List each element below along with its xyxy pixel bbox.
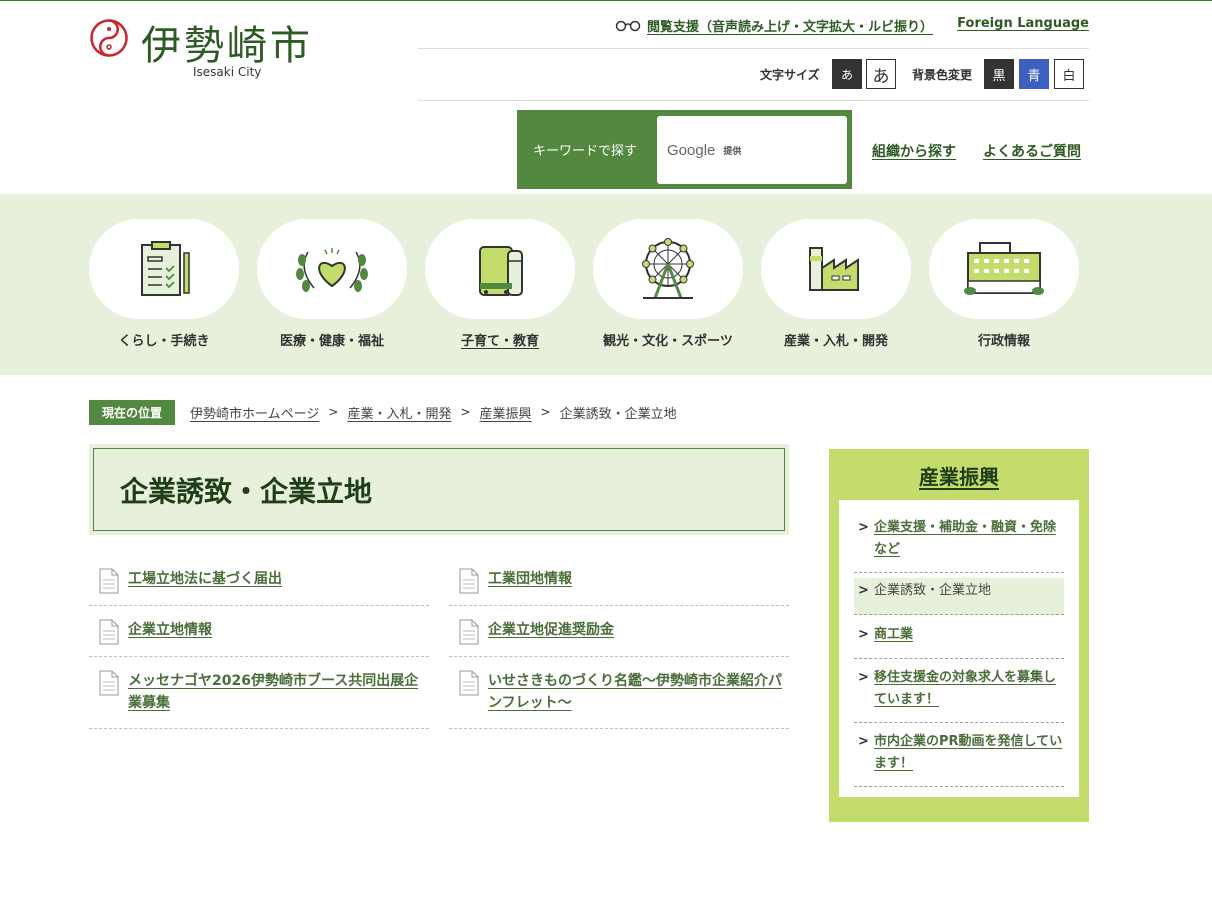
category-nav: くらし・手続き 医療・健康・福祉 子育て・教育 観光・文化・スポーツ 産業・入札… <box>0 194 1212 375</box>
chevron-right-icon: > <box>328 405 339 419</box>
breadcrumb-link-industry[interactable]: 産業・入札・開発 <box>347 403 451 422</box>
document-icon <box>99 568 119 594</box>
page-title: 企業誘致・企業立地 <box>120 474 373 508</box>
list-item[interactable]: 企業立地情報 <box>89 619 429 657</box>
list-item[interactable]: 企業立地促進奨励金 <box>449 619 789 657</box>
category-tourism[interactable]: 観光・文化・スポーツ <box>593 219 743 349</box>
font-size-standard-button[interactable]: あ <box>832 59 862 89</box>
document-icon <box>459 568 479 594</box>
site-name: 伊勢崎市 <box>141 23 313 69</box>
category-bubble <box>89 219 239 319</box>
google-logo: Google <box>667 141 716 159</box>
side-menu-item-label: 市内企業のPR動画を発信しています！ <box>874 734 1063 771</box>
category-label: 子育て・教育 <box>460 334 539 349</box>
chevron-right-icon: > <box>858 520 869 535</box>
list-item-link[interactable]: 企業立地情報 <box>128 619 212 641</box>
category-label: 観光・文化・スポーツ <box>603 334 733 349</box>
side-menu-list: > 企業支援・補助金・融資・免除など > 企業誘致・企業立地 > 商工業 > 移… <box>839 500 1079 797</box>
side-menu-title[interactable]: 産業振興 <box>829 461 1089 490</box>
list-item-link[interactable]: 企業立地促進奨励金 <box>488 619 614 641</box>
category-label: 医療・健康・福祉 <box>279 334 384 349</box>
bg-color-label: 背景色変更 <box>912 68 973 82</box>
city-hall-icon <box>964 242 1044 295</box>
search-by-org-link[interactable]: 組織から探す <box>872 141 956 161</box>
side-menu-item-label: 企業誘致・企業立地 <box>874 583 992 598</box>
bg-white-button[interactable]: 白 <box>1054 59 1084 89</box>
site-name-en: Isesaki City <box>193 65 262 79</box>
utility-bar: 閲覧支援（音声読み上げ・文字拡大・ルビ振り） Foreign Language <box>418 1 1089 49</box>
category-health[interactable]: 医療・健康・福祉 <box>257 219 407 349</box>
breadcrumb-link-home[interactable]: 伊勢崎市ホームページ <box>190 403 319 422</box>
reading-support-link[interactable]: 閲覧支援（音声読み上げ・文字拡大・ルビ振り） <box>615 16 933 35</box>
document-icon <box>99 619 119 645</box>
list-item[interactable]: 工業団地情報 <box>449 568 789 606</box>
category-living[interactable]: くらし・手続き <box>89 219 239 349</box>
breadcrumb-here-label: 現在の位置 <box>89 399 176 425</box>
category-childcare[interactable]: 子育て・教育 <box>425 219 575 349</box>
list-item-link[interactable]: いせさきものづくり名鑑～伊勢崎市企業紹介パンフレット～ <box>488 670 789 714</box>
side-menu-item-label: 商工業 <box>874 627 914 642</box>
side-menu-item[interactable]: > 移住支援金の対象求人を募集しています！ <box>854 667 1064 723</box>
chevron-right-icon: > <box>540 405 551 419</box>
side-menu: 産業振興 > 企業支援・補助金・融資・免除など > 企業誘致・企業立地 > 商工… <box>829 449 1089 822</box>
list-item[interactable]: 工場立地法に基づく届出 <box>89 568 429 606</box>
site-logo[interactable]: 伊勢崎市 Isesaki City <box>89 15 329 85</box>
clipboard-icon <box>141 241 190 296</box>
page-title-box: 企業誘致・企業立地 <box>89 444 789 535</box>
category-bubble <box>929 219 1079 319</box>
chevron-right-icon: > <box>858 734 869 749</box>
bg-black-button[interactable]: 黒 <box>984 59 1014 89</box>
category-bubble <box>593 219 743 319</box>
bg-blue-button[interactable]: 青 <box>1019 59 1049 89</box>
school-bag-icon <box>479 246 523 296</box>
category-label: 産業・入札・開発 <box>783 334 888 349</box>
list-item[interactable]: いせさきものづくり名鑑～伊勢崎市企業紹介パンフレット～ <box>449 670 789 729</box>
chevron-right-icon: > <box>858 670 869 685</box>
foreign-language-link[interactable]: Foreign Language <box>957 16 1089 31</box>
font-size-label: 文字サイズ <box>760 68 820 82</box>
factory-icon <box>809 247 859 291</box>
chevron-right-icon: > <box>460 405 471 419</box>
city-emblem-icon <box>90 19 128 57</box>
display-settings-bar: 文字サイズ あ あ 背景色変更 黒 青 白 <box>418 49 1089 101</box>
search-input[interactable]: Google 提供 <box>657 116 847 184</box>
reading-support-label: 閲覧支援（音声読み上げ・文字拡大・ルビ振り） <box>646 20 933 35</box>
list-item-link[interactable]: メッセナゴヤ2026伊勢崎市ブース共同出展企業募集 <box>128 670 429 714</box>
glasses-icon <box>615 20 641 31</box>
document-icon <box>99 670 119 696</box>
keyword-search-label: キーワードで探す <box>533 144 638 159</box>
font-size-large-button[interactable]: あ <box>866 59 896 89</box>
side-menu-item[interactable]: > 市内企業のPR動画を発信しています！ <box>854 731 1064 787</box>
breadcrumb-link-promotion[interactable]: 産業振興 <box>480 403 532 422</box>
chevron-right-icon: > <box>858 583 869 598</box>
breadcrumb-current: 企業誘致・企業立地 <box>559 406 677 422</box>
page-title-frame: 企業誘致・企業立地 <box>93 448 785 531</box>
side-menu-item[interactable]: > 商工業 <box>854 624 1064 659</box>
chevron-right-icon: > <box>858 627 869 642</box>
category-bubble <box>761 219 911 319</box>
list-item-link[interactable]: 工業団地情報 <box>488 568 572 590</box>
document-icon <box>459 670 479 696</box>
list-item[interactable]: メッセナゴヤ2026伊勢崎市ブース共同出展企業募集 <box>89 670 429 729</box>
faq-link[interactable]: よくあるご質問 <box>983 141 1081 161</box>
category-industry[interactable]: 産業・入札・開発 <box>761 219 911 349</box>
document-icon <box>459 619 479 645</box>
breadcrumb: 現在の位置 伊勢崎市ホームページ > 産業・入札・開発 > 産業振興 > 企業誘… <box>89 399 677 425</box>
side-menu-item[interactable]: > 企業支援・補助金・融資・免除など <box>854 517 1064 573</box>
list-item-link[interactable]: 工場立地法に基づく届出 <box>128 568 282 590</box>
heart-wreath-icon <box>296 248 368 292</box>
side-menu-item-label: 企業支援・補助金・融資・免除など <box>874 520 1057 557</box>
google-provided-label: 提供 <box>723 146 742 157</box>
side-menu-item-label: 移住支援金の対象求人を募集しています！ <box>874 670 1057 707</box>
ferris-wheel-icon <box>642 238 694 299</box>
category-label: 行政情報 <box>977 334 1030 349</box>
category-label: くらし・手続き <box>118 334 210 349</box>
keyword-search: キーワードで探す Google 提供 <box>517 110 852 189</box>
category-government[interactable]: 行政情報 <box>929 219 1079 349</box>
category-bubble <box>257 219 407 319</box>
category-bubble <box>425 219 575 319</box>
side-menu-item-current[interactable]: > 企業誘致・企業立地 <box>854 578 1064 615</box>
